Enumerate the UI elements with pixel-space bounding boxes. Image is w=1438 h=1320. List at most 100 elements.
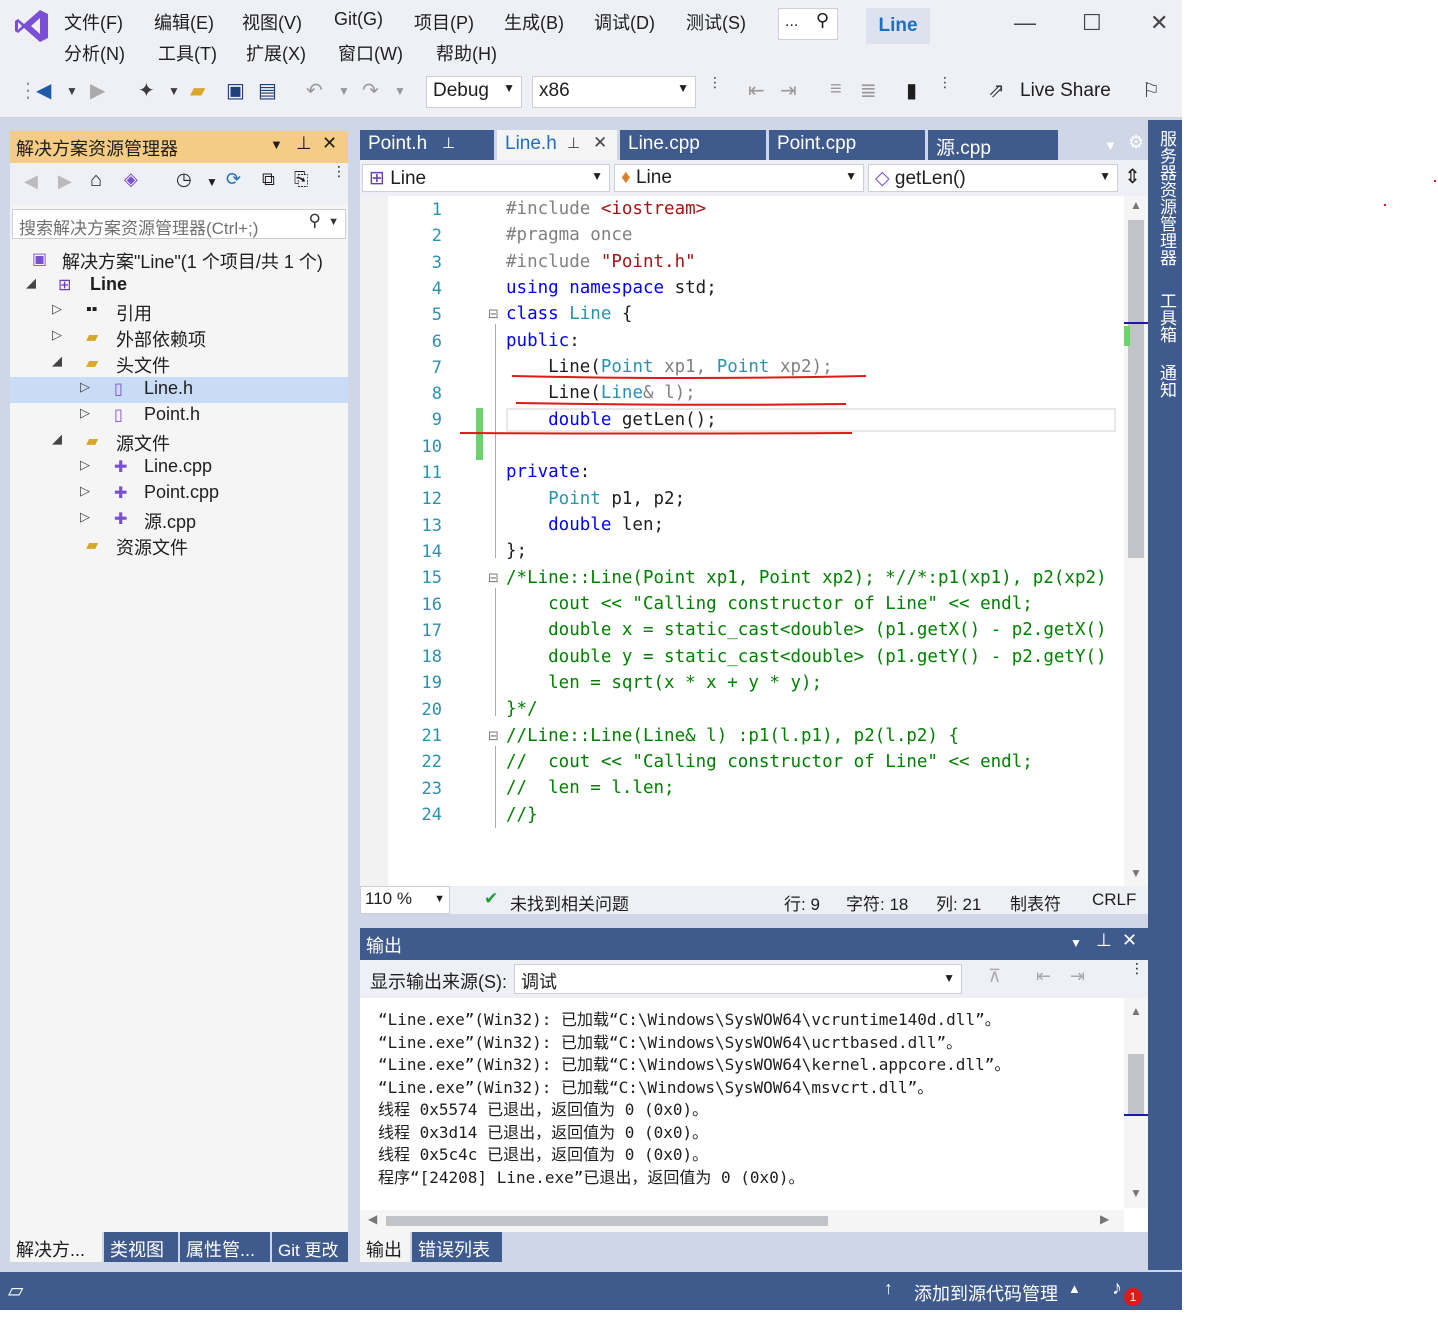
editor-vertical-scrollbar[interactable]: ▲ ▼ [1124, 196, 1148, 886]
zoom-select[interactable]: 110 % ▼ [360, 886, 450, 914]
feedback-icon[interactable]: ⚐ [1142, 78, 1160, 103]
overflow-icon[interactable]: ⋮ [1130, 960, 1144, 977]
indent-icon[interactable]: ≡ [830, 78, 842, 101]
menu-git[interactable]: Git(G) [334, 9, 383, 30]
source-control-button[interactable]: 添加到源代码管理 [914, 1280, 1058, 1306]
tab-git-changes[interactable]: Git 更改 [272, 1232, 348, 1262]
live-share-button[interactable]: Live Share [1020, 80, 1111, 102]
configuration-select[interactable]: Debug ▼ [426, 76, 522, 108]
tab-point-h[interactable]: Point.h ⊥ [360, 130, 494, 160]
tab-line-cpp[interactable]: Line.cpp [620, 130, 766, 160]
bookmark-icon[interactable]: ▮ [906, 78, 917, 103]
tree-file-line-h[interactable]: ▷ ▯ Line.h [10, 377, 348, 403]
class-scope-select[interactable]: ♦ Line ▼ [614, 164, 864, 192]
tab-error-list[interactable]: 错误列表 [412, 1232, 502, 1262]
menu-tools[interactable]: 工具(T) [158, 40, 217, 66]
tree-solution-root[interactable]: ▣ 解决方案"Line"(1 个项目/共 1 个) [10, 247, 348, 273]
menu-help[interactable]: 帮助(H) [436, 40, 497, 66]
scroll-down-icon[interactable]: ▼ [1130, 1186, 1142, 1200]
forward-icon[interactable]: ▶ [58, 171, 72, 192]
undo-icon[interactable]: ↶ [306, 78, 323, 103]
open-folder-icon[interactable]: ▰ [190, 78, 205, 103]
pin-icon[interactable]: ⊥ [296, 133, 312, 154]
home-icon[interactable]: ⌂ [90, 169, 102, 192]
tree-source-files[interactable]: ◢ ▰ 源文件 [10, 429, 348, 455]
switch-views-icon[interactable]: ◈ [124, 169, 138, 190]
issues-status[interactable]: 未找到相关问题 [510, 890, 629, 915]
chevron-down-icon[interactable]: ▼ [206, 175, 218, 189]
output-source-select[interactable]: 调试 ▼ [514, 964, 962, 994]
menu-test[interactable]: 测试(S) [686, 9, 746, 35]
scroll-up-icon[interactable]: ▲ [1130, 1004, 1142, 1018]
output-vertical-scrollbar[interactable]: ▲ ▼ [1124, 998, 1148, 1208]
maximize-icon[interactable]: ☐ [1082, 10, 1102, 36]
scroll-thumb[interactable] [386, 1216, 828, 1226]
tab-point-cpp[interactable]: Point.cpp [769, 130, 925, 160]
back-icon[interactable]: ◀ [24, 171, 38, 192]
live-share-icon[interactable]: ⇗ [988, 78, 1005, 103]
tree-file-point-h[interactable]: ▷ ▯ Point.h [10, 403, 348, 429]
menu-file[interactable]: 文件(F) [64, 9, 123, 35]
tree-resource-files[interactable]: ▰ 资源文件 [10, 533, 348, 559]
sync-icon[interactable]: ⟳ [226, 169, 241, 190]
output-horizontal-scrollbar[interactable]: ◀ ▶ [360, 1210, 1124, 1232]
pending-changes-icon[interactable]: ◷ [176, 169, 192, 190]
collapse-all-icon[interactable]: ⧉ [262, 169, 275, 190]
pin-icon[interactable]: ⊥ [442, 134, 455, 152]
save-all-icon[interactable]: ▤ [258, 78, 277, 103]
scroll-right-icon[interactable]: ▶ [1100, 1212, 1109, 1226]
next-message-icon[interactable]: ⇥ [1070, 966, 1085, 987]
toolbox-tab[interactable]: 工具箱 [1154, 292, 1179, 343]
close-icon[interactable]: ✕ [593, 133, 607, 153]
bell-icon[interactable]: ♪ [1112, 1277, 1122, 1300]
solution-search-input[interactable]: 搜索解决方案资源管理器(Ctrl+;) ⚲ ▼ [12, 209, 346, 239]
scroll-up-icon[interactable]: ▲ [1130, 198, 1142, 212]
chevron-down-icon[interactable]: ▼ [1070, 936, 1082, 950]
pin-icon[interactable]: ⊥ [567, 134, 580, 152]
chevron-down-icon[interactable]: ▼ [168, 84, 180, 98]
scroll-thumb[interactable] [1128, 1054, 1144, 1116]
chevron-down-icon[interactable]: ▼ [1104, 138, 1117, 153]
chevron-down-icon[interactable]: ▼ [394, 84, 406, 98]
prev-message-icon[interactable]: ⇤ [1036, 966, 1051, 987]
new-project-icon[interactable]: ✦ [138, 78, 155, 103]
forward-icon[interactable]: ▶ [90, 78, 105, 103]
split-icon[interactable]: ⇕ [1124, 164, 1141, 189]
tab-class-view[interactable]: 类视图 [104, 1232, 178, 1262]
tree-project-line[interactable]: ◢ ⊞ Line [10, 273, 348, 299]
close-icon[interactable]: ✕ [1122, 930, 1137, 951]
overflow-icon[interactable]: ⋮ [332, 163, 346, 180]
scroll-left-icon[interactable]: ◀ [368, 1212, 377, 1226]
show-all-files-icon[interactable]: ⎘ [294, 169, 308, 190]
code-editor[interactable]: 1 2 3 4 5 6 7 8 9 10 11 12 13 14 15 16 17 18 19 20 21 22 23 24 … [360, 196, 1148, 886]
tree-header-files[interactable]: ◢ ▰ 头文件 [10, 351, 348, 377]
pin-icon[interactable]: ⊥ [1096, 930, 1112, 951]
step-icon[interactable]: ⇤ [748, 78, 765, 103]
overflow-icon[interactable]: ⋮ [708, 74, 722, 91]
chevron-down-icon[interactable]: ▼ [66, 84, 78, 98]
tree-file-point-cpp[interactable]: ▷ ✚ Point.cpp [10, 481, 348, 507]
project-scope-select[interactable]: ⊞ Line ▼ [362, 164, 610, 192]
member-scope-select[interactable]: ◇ getLen() ▼ [868, 164, 1118, 192]
chevron-up-icon[interactable]: ▲ [1068, 1281, 1081, 1296]
tab-output[interactable]: 输出 [360, 1232, 410, 1262]
output-log[interactable]: “Line.exe”(Win32): 已加载“C:\Windows\SysWOW… [360, 998, 1148, 1232]
tab-solution-explorer[interactable]: 解决方... [10, 1232, 102, 1262]
line-ending[interactable]: CRLF [1092, 890, 1136, 910]
gear-icon[interactable]: ⚙ [1128, 132, 1144, 153]
chevron-down-icon[interactable]: ▼ [338, 84, 350, 98]
find-icon[interactable]: ⊼ [988, 966, 1001, 987]
tree-file-source-cpp[interactable]: ▷ ✚ 源.cpp [10, 507, 348, 533]
tab-source-cpp[interactable]: 源.cpp [928, 130, 1058, 160]
menu-build[interactable]: 生成(B) [504, 9, 564, 35]
tree-references[interactable]: ▷ ▪▪ 引用 [10, 299, 348, 325]
close-icon[interactable]: ✕ [322, 133, 337, 154]
save-icon[interactable]: ▣ [226, 78, 245, 103]
menu-debug[interactable]: 调试(D) [594, 9, 655, 35]
menu-project[interactable]: 项目(P) [414, 9, 474, 35]
back-icon[interactable]: ◀ [36, 78, 51, 103]
menu-view[interactable]: 视图(V) [242, 9, 302, 35]
platform-select[interactable]: x86 ▼ [532, 76, 696, 108]
menu-window[interactable]: 窗口(W) [338, 40, 403, 66]
scroll-down-icon[interactable]: ▼ [1130, 866, 1142, 880]
